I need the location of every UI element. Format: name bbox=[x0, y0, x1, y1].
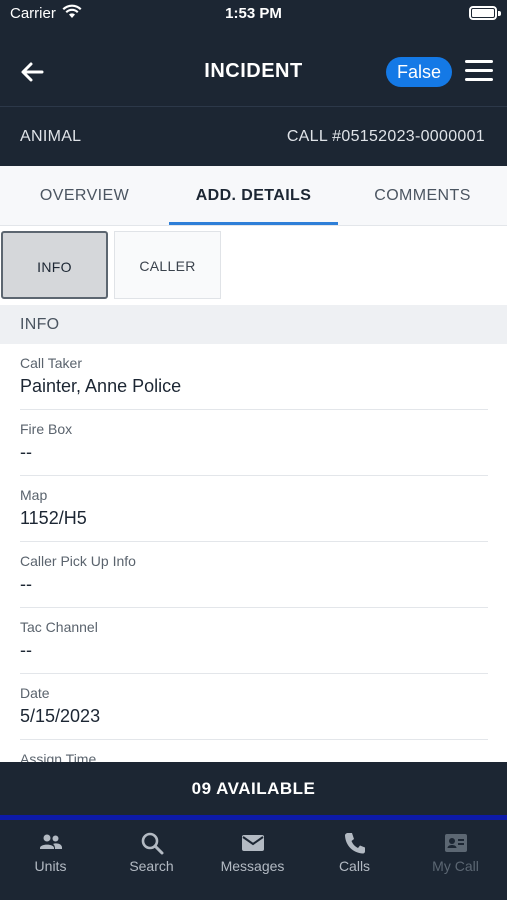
nav-bar: INCIDENT False bbox=[0, 36, 507, 106]
field-value: -- bbox=[20, 574, 32, 594]
segment-caller-button[interactable]: CALLER bbox=[114, 231, 221, 299]
tabbar-item-my-call[interactable]: My Call bbox=[405, 820, 506, 900]
tab-overview[interactable]: OVERVIEW bbox=[0, 166, 169, 226]
envelope-icon bbox=[240, 830, 266, 856]
clock: 1:53 PM bbox=[225, 5, 282, 22]
contact-card-icon bbox=[443, 830, 469, 856]
tabbar-item-calls[interactable]: Calls bbox=[304, 820, 405, 900]
field-value: -- bbox=[20, 640, 32, 660]
field-value: Painter, Anne Police bbox=[20, 376, 182, 396]
incident-header: ANIMAL CALL #05152023-0000001 bbox=[0, 106, 507, 166]
tabbar-label: My Call bbox=[432, 858, 479, 874]
status-pill-button[interactable]: False bbox=[385, 57, 452, 87]
field-caller-pick-up-info: Caller Pick Up Info -- bbox=[20, 542, 488, 608]
field-value: 5/15/2023 bbox=[20, 706, 101, 726]
field-label: Caller Pick Up Info bbox=[20, 553, 136, 569]
search-icon bbox=[139, 830, 165, 856]
detail-tabs: OVERVIEW ADD. DETAILS COMMENTS bbox=[0, 166, 507, 226]
field-label: Call Taker bbox=[20, 355, 82, 371]
section-title: INFO bbox=[0, 305, 507, 344]
field-map: Map 1152/H5 bbox=[20, 476, 488, 542]
availability-bar[interactable]: 09 AVAILABLE bbox=[0, 762, 507, 815]
field-assign-time: Assign Time bbox=[20, 740, 488, 762]
battery-icon bbox=[469, 6, 497, 20]
field-value: -- bbox=[20, 442, 32, 462]
segment-info-button[interactable]: INFO bbox=[1, 231, 108, 299]
people-icon bbox=[38, 830, 64, 856]
incident-type: ANIMAL bbox=[20, 128, 82, 145]
field-label: Tac Channel bbox=[20, 619, 98, 635]
field-tac-channel: Tac Channel -- bbox=[20, 608, 488, 674]
field-fire-box: Fire Box -- bbox=[20, 410, 488, 476]
tabbar-label: Units bbox=[34, 858, 67, 874]
tabbar-label: Messages bbox=[220, 858, 285, 874]
tabbar-item-units[interactable]: Units bbox=[0, 820, 101, 900]
field-value: 1152/H5 bbox=[20, 508, 87, 528]
tabbar-item-messages[interactable]: Messages bbox=[202, 820, 303, 900]
tabbar-label: Calls bbox=[338, 858, 371, 874]
field-date: Date 5/15/2023 bbox=[20, 674, 488, 740]
field-label: Map bbox=[20, 487, 48, 503]
hamburger-menu-icon[interactable] bbox=[465, 60, 493, 82]
tabbar-label: Search bbox=[129, 858, 174, 874]
segment-control: INFO CALLER bbox=[0, 226, 507, 305]
tab-add-details[interactable]: ADD. DETAILS bbox=[169, 166, 338, 226]
field-label: Date bbox=[20, 685, 50, 701]
battery-tip bbox=[498, 11, 501, 16]
tab-comments[interactable]: COMMENTS bbox=[338, 166, 507, 226]
bottom-tab-bar: Units Search Messages Calls My Call bbox=[0, 820, 507, 900]
field-label: Fire Box bbox=[20, 421, 73, 437]
info-field-list[interactable]: Call Taker Painter, Anne Police Fire Box… bbox=[0, 344, 507, 762]
tabbar-item-search[interactable]: Search bbox=[101, 820, 202, 900]
field-call-taker: Call Taker Painter, Anne Police bbox=[20, 344, 488, 410]
call-number: CALL #05152023-0000001 bbox=[286, 128, 485, 145]
phone-icon bbox=[342, 830, 368, 856]
status-bar: Carrier 1:53 PM bbox=[0, 0, 507, 36]
field-label: Assign Time bbox=[20, 751, 97, 762]
